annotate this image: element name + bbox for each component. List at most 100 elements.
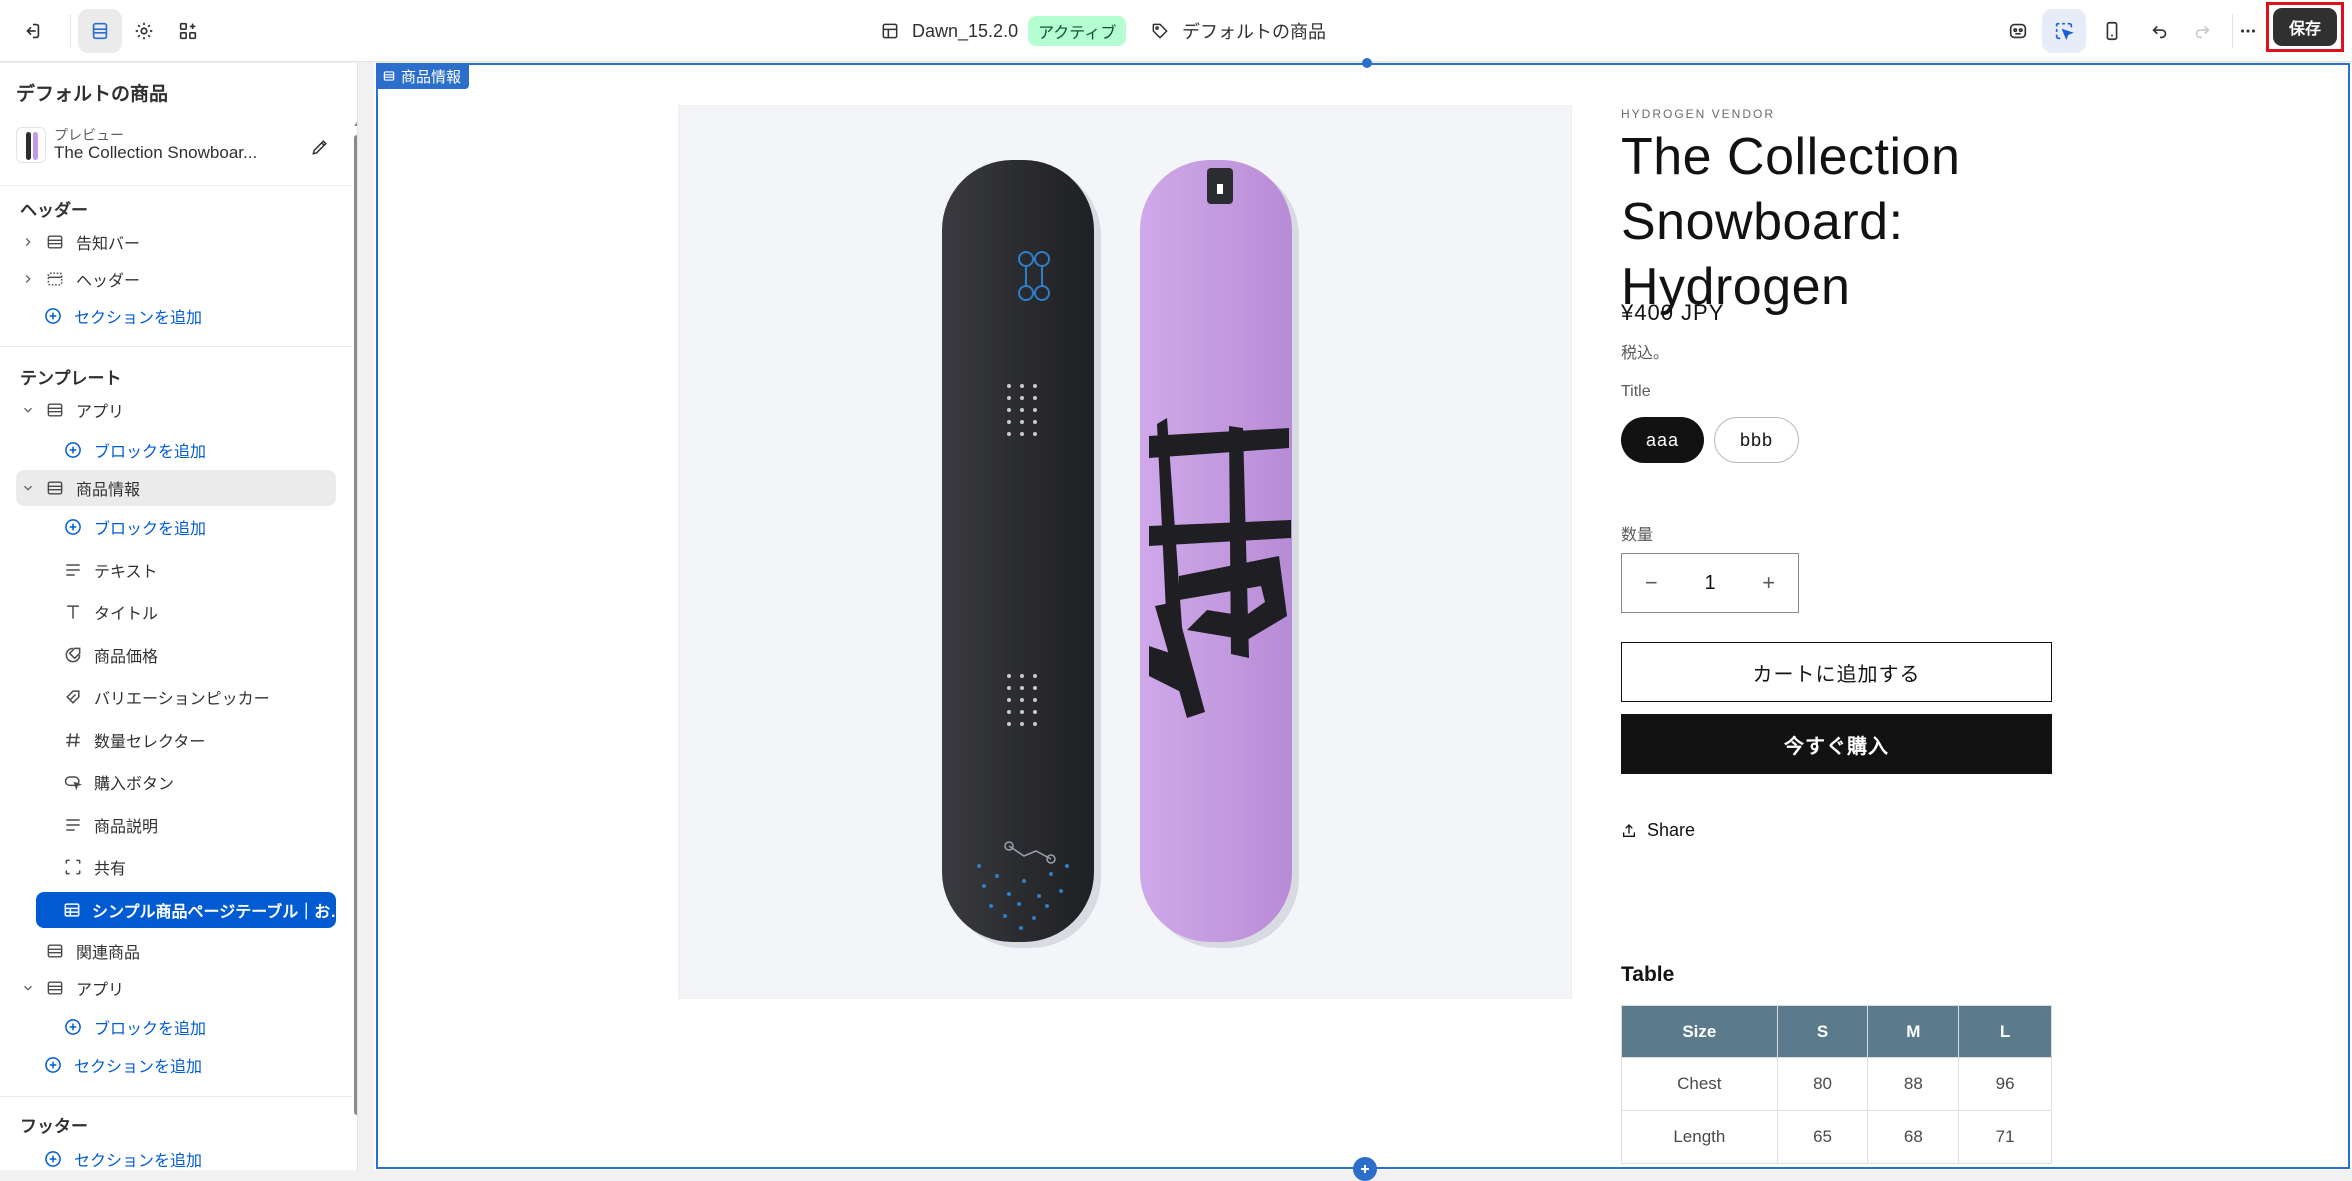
tree-item-related-products[interactable]: 関連商品 — [44, 933, 140, 969]
button-cursor-icon — [62, 771, 84, 793]
app-embeds-button[interactable] — [166, 9, 210, 53]
block-simple-table-selected[interactable]: シンプル商品ページテーブル｜お… — [36, 892, 346, 928]
sidekick-icon — [2009, 23, 2027, 39]
tag-icon — [1152, 23, 1168, 39]
section-icon — [44, 940, 66, 962]
add-section-label: セクションを追加 — [74, 1059, 203, 1076]
gear-icon — [135, 22, 153, 40]
sidebar: デフォルトの商品 プレビュー The Collection Snowboar..… — [0, 63, 358, 1170]
header-group-heading: ヘッダー — [20, 201, 88, 220]
tree-item-label: アプリ — [76, 404, 125, 421]
sidebar-scrollbar[interactable] — [354, 135, 357, 1115]
preview-canvas: HYDROGEN VENDOR The Collection Snowboard… — [374, 58, 2352, 1181]
preview-product-selector[interactable]: プレビュー The Collection Snowboar... — [16, 121, 336, 171]
theme-info[interactable]: Dawn_15.2.0 アクティブ — [880, 0, 1127, 62]
add-block-product-info[interactable]: ブロックを追加 — [62, 509, 206, 545]
scroll-up-arrow[interactable] — [354, 119, 357, 126]
section-tag-label: 商品情報 — [401, 68, 462, 86]
product-thumbnail — [16, 127, 46, 163]
plus-circle-icon — [42, 1054, 64, 1076]
template-selector[interactable]: デフォルトの商品 — [1150, 0, 1326, 62]
section-tag[interactable]: 商品情報 — [376, 63, 470, 89]
block-price[interactable]: 商品価格 — [62, 637, 158, 673]
tree-item-apps[interactable]: アプリ — [18, 392, 336, 428]
inspector-toggle-button[interactable] — [1996, 9, 2040, 53]
add-block-apps[interactable]: ブロックを追加 — [62, 432, 206, 468]
section-icon — [44, 399, 66, 421]
apps-icon — [179, 22, 197, 40]
add-block-apps-2[interactable]: ブロックを追加 — [62, 1009, 206, 1045]
mobile-preview-button[interactable] — [2090, 9, 2134, 53]
add-section-below-button[interactable] — [1353, 1157, 1377, 1181]
block-label: 数量セレクター — [94, 734, 206, 751]
undo-icon — [2152, 25, 2167, 39]
add-block-label: ブロックを追加 — [94, 444, 207, 461]
block-quantity-selector[interactable]: 数量セレクター — [62, 722, 205, 758]
footer-group-heading: フッター — [20, 1117, 88, 1136]
add-section-label: セクションを追加 — [74, 310, 203, 327]
block-label: 商品説明 — [94, 819, 159, 836]
tree-item-apps-2[interactable]: アプリ — [18, 970, 336, 1006]
tree-item-product-info[interactable]: 商品情報 — [16, 470, 336, 506]
theme-icon — [882, 23, 898, 39]
block-title[interactable]: タイトル — [62, 594, 158, 630]
variant-icon — [62, 686, 84, 708]
tree-item-label: 関連商品 — [76, 945, 141, 962]
theme-name: Dawn_15.2.0 — [912, 20, 1019, 41]
template-group-heading: テンプレート — [20, 369, 122, 388]
block-share[interactable]: 共有 — [62, 849, 126, 885]
sections-button[interactable] — [78, 9, 122, 53]
tree-item-label: 告知バー — [76, 236, 141, 253]
theme-settings-button[interactable] — [122, 9, 166, 53]
tree-item-label: アプリ — [76, 982, 125, 999]
undo-button[interactable] — [2138, 9, 2182, 53]
section-icon — [44, 977, 66, 999]
more-horizontal-icon — [2240, 29, 2256, 33]
title-t-icon — [62, 601, 84, 623]
top-bar: Dawn_15.2.0 アクティブ デフォルトの商品 保存 — [0, 0, 2352, 62]
section-icon — [44, 477, 66, 499]
chevron-down-icon[interactable] — [18, 978, 38, 998]
table-icon — [62, 899, 82, 921]
more-actions-button[interactable] — [2226, 9, 2270, 53]
add-section-label: セクションを追加 — [74, 1153, 203, 1170]
block-variant-picker[interactable]: バリエーションピッカー — [62, 679, 270, 715]
section-icon — [383, 71, 395, 81]
mobile-icon — [2106, 21, 2118, 41]
plus-circle-icon — [62, 1016, 84, 1038]
header-section-icon — [44, 268, 66, 290]
block-label: テキスト — [94, 564, 158, 581]
tree-item-label: 商品情報 — [76, 482, 141, 499]
save-button[interactable]: 保存 — [2273, 8, 2337, 46]
block-label: 共有 — [94, 861, 127, 878]
block-description[interactable]: 商品説明 — [62, 807, 158, 843]
add-section-template[interactable]: セクションを追加 — [42, 1047, 202, 1083]
template-label: デフォルトの商品 — [1182, 22, 1326, 42]
exit-button[interactable] — [10, 9, 54, 53]
redo-button[interactable] — [2180, 9, 2224, 53]
block-label: シンプル商品ページテーブル｜お… — [92, 904, 347, 921]
tree-item-header[interactable]: ヘッダー — [18, 261, 336, 297]
chevron-right-icon[interactable] — [18, 269, 38, 289]
selected-section-outline — [376, 63, 2350, 1169]
chevron-right-icon[interactable] — [18, 232, 38, 252]
preview-label: プレビュー — [54, 127, 124, 143]
exit-icon — [26, 23, 40, 39]
edit-preview-button[interactable] — [306, 133, 334, 161]
text-lines-icon — [62, 559, 84, 581]
sidebar-title: デフォルトの商品 — [16, 84, 169, 105]
block-text[interactable]: テキスト — [62, 552, 158, 588]
preview-product-name: The Collection Snowboar... — [54, 143, 258, 162]
section-top-handle[interactable] — [1362, 58, 1372, 68]
sections-icon — [92, 22, 108, 40]
plus-icon — [1361, 1165, 1369, 1173]
chevron-down-icon[interactable] — [18, 400, 38, 420]
select-mode-button[interactable] — [2042, 9, 2086, 53]
add-section-footer[interactable]: セクションを追加 — [42, 1141, 202, 1170]
block-buy-buttons[interactable]: 購入ボタン — [62, 764, 174, 800]
hash-icon — [62, 729, 84, 751]
plus-circle-icon — [62, 516, 84, 538]
chevron-down-icon[interactable] — [18, 478, 38, 498]
add-section-header[interactable]: セクションを追加 — [42, 298, 202, 334]
tree-item-announcement-bar[interactable]: 告知バー — [18, 224, 336, 260]
